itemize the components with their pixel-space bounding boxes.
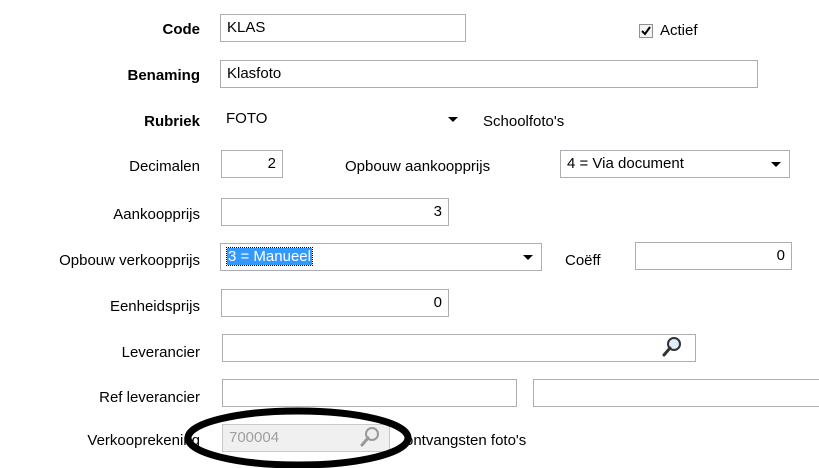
decimalen-label: Decimalen: [129, 158, 200, 175]
ref-leverancier-label: Ref leverancier: [99, 389, 200, 406]
leverancier-input[interactable]: [222, 334, 696, 362]
opbouw-verkoopprijs-label: Opbouw verkoopprijs: [59, 252, 200, 269]
leverancier-label: Leverancier: [121, 344, 200, 361]
ref-leverancier-input-2[interactable]: [533, 379, 819, 407]
annotation-ellipse: [184, 407, 412, 468]
aankoopprijs-label: Aankoopprijs: [113, 206, 200, 223]
coeff-label: Coëff: [565, 252, 601, 269]
opbouw-aankoopprijs-label: Opbouw aankoopprijs: [345, 158, 491, 175]
opbouw-aankoopprijs-value: 4 = Via document: [567, 155, 684, 172]
code-label: Code: [162, 21, 201, 38]
actief-checkbox[interactable]: [639, 24, 653, 38]
verkooprekening-label: Verkooprekening: [87, 432, 200, 449]
eenheidsprijs-input[interactable]: 0: [221, 289, 449, 317]
opbouw-aankoopprijs-select[interactable]: 4 = Via document: [560, 150, 790, 178]
eenheidsprijs-label: Eenheidsprijs: [109, 298, 200, 315]
checkmark-icon: [641, 26, 651, 36]
opbouw-verkoopprijs-select[interactable]: 3 = Manueel: [220, 243, 542, 271]
chevron-down-icon[interactable]: [523, 255, 533, 260]
rubriek-select[interactable]: FOTO: [220, 106, 466, 134]
decimalen-input[interactable]: 2: [221, 150, 283, 178]
rubriek-value: FOTO: [226, 110, 268, 127]
code-input[interactable]: KLAS: [220, 14, 466, 42]
chevron-down-icon[interactable]: [771, 162, 781, 167]
magnifier-icon[interactable]: [661, 336, 683, 358]
verkooprekening-description: ontvangsten foto's: [405, 432, 527, 449]
aankoopprijs-input[interactable]: 3: [221, 198, 449, 226]
benaming-input[interactable]: Klasfoto: [220, 60, 758, 88]
chevron-down-icon[interactable]: [448, 117, 458, 122]
benaming-label: Benaming: [127, 67, 200, 84]
opbouw-verkoopprijs-value: 3 = Manueel: [226, 247, 313, 266]
rubriek-label: Rubriek: [144, 113, 200, 130]
rubriek-description: Schoolfoto's: [483, 113, 565, 130]
coeff-input[interactable]: 0: [635, 242, 792, 270]
actief-label: Actief: [660, 22, 698, 39]
